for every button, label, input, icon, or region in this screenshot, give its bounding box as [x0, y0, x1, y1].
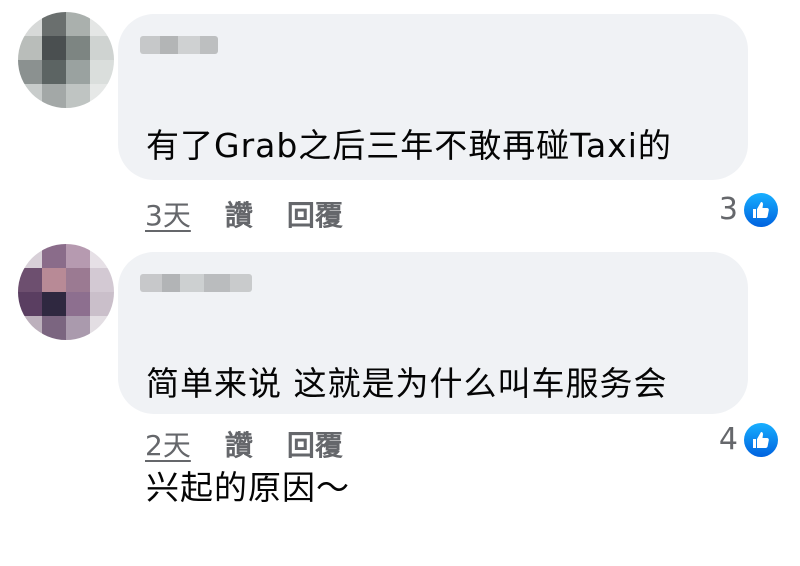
- reaction-count: 3: [718, 192, 738, 227]
- reply-button[interactable]: 回覆: [287, 424, 343, 464]
- author-name-blurred[interactable]: [140, 36, 218, 54]
- author-name-blurred[interactable]: [140, 274, 252, 292]
- like-reaction-icon: [744, 422, 778, 457]
- comment-text-line-2: 兴起的原因～: [146, 468, 350, 507]
- reaction-count: 4: [718, 422, 738, 457]
- timestamp-link[interactable]: 3天: [145, 194, 191, 234]
- comment-text-line-1: 有了Grab之后三年不敢再碰Taxi的: [146, 126, 672, 165]
- like-button[interactable]: 讚: [225, 424, 253, 464]
- reaction-summary[interactable]: 4: [719, 422, 778, 457]
- like-reaction-icon: [744, 192, 778, 227]
- comment-bubble: 有了Grab之后三年不敢再碰Taxi的 我：: [118, 14, 748, 314]
- comment-actions: 3天 讚 回覆: [145, 194, 343, 234]
- avatar[interactable]: [18, 244, 114, 340]
- like-button[interactable]: 讚: [225, 194, 253, 234]
- reaction-summary[interactable]: 3: [719, 192, 778, 227]
- avatar[interactable]: [18, 12, 114, 108]
- comment-actions: 2天 讚 回覆: [145, 424, 343, 464]
- comment-bubble: 简单来说 这就是为什么叫车服务会 兴起的原因～: [118, 252, 748, 507]
- reply-button[interactable]: 回覆: [287, 194, 343, 234]
- timestamp-link[interactable]: 2天: [145, 424, 191, 464]
- comment-text-line-1: 简单来说 这就是为什么叫车服务会: [146, 364, 668, 403]
